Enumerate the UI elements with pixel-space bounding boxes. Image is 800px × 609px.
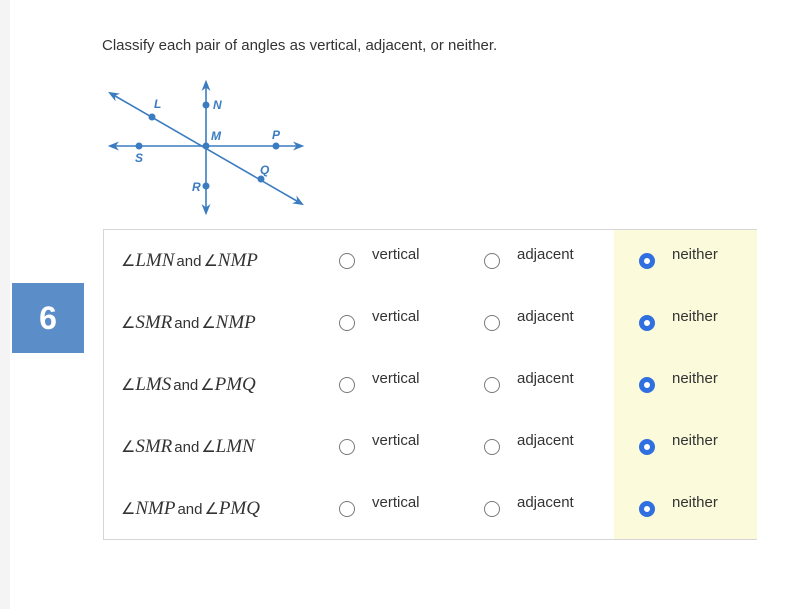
angle-2: ∠PMQ (200, 374, 256, 395)
option-label: vertical (372, 494, 420, 511)
point-n (202, 101, 210, 109)
radio-adjacent[interactable] (484, 501, 500, 517)
option-adjacent[interactable]: adjacent (484, 432, 574, 455)
option-label: neither (672, 308, 718, 325)
angle-pair: ∠LMS and ∠PMQ (121, 374, 256, 396)
option-vertical[interactable]: vertical (339, 494, 420, 517)
angle-1: ∠NMP (121, 498, 176, 519)
option-label: vertical (372, 246, 420, 263)
radio-neither[interactable] (639, 315, 655, 331)
option-vertical[interactable]: vertical (339, 308, 420, 331)
option-neither[interactable]: neither (639, 494, 718, 517)
angle-2: ∠PMQ (204, 498, 260, 519)
angle-pair: ∠SMR and ∠LMN (121, 436, 255, 458)
conjunction: and (174, 315, 200, 332)
angle-symbol: ∠ (121, 499, 136, 518)
label-s: S (135, 151, 143, 165)
answer-table: ∠LMN and ∠NMP vertical adjacent neither ∠SMR an… (103, 229, 757, 540)
conjunction: and (174, 439, 200, 456)
radio-vertical[interactable] (339, 315, 355, 331)
option-label: adjacent (517, 246, 574, 263)
angle-symbol: ∠ (121, 313, 136, 332)
radio-vertical[interactable] (339, 501, 355, 517)
angle-pair: ∠LMN and ∠NMP (121, 250, 258, 272)
angle-symbol: ∠ (121, 437, 136, 456)
point-m (202, 142, 210, 150)
label-r: R (192, 180, 201, 194)
conjunction: and (173, 377, 199, 394)
angle-2: ∠NMP (201, 312, 256, 333)
question-number-badge: 6 (12, 283, 84, 353)
radio-vertical[interactable] (339, 253, 355, 269)
angle-symbol: ∠ (200, 375, 215, 394)
question-row: ∠LMS and ∠PMQ vertical adjacent neither (104, 354, 756, 416)
angle-symbol: ∠ (121, 375, 136, 394)
question-row: ∠SMR and ∠LMN vertical adjacent neither (104, 416, 756, 478)
label-l: L (154, 97, 161, 111)
label-q: Q (260, 163, 270, 177)
option-neither[interactable]: neither (639, 432, 718, 455)
radio-adjacent[interactable] (484, 315, 500, 331)
option-label: neither (672, 246, 718, 263)
option-neither[interactable]: neither (639, 246, 718, 269)
option-adjacent[interactable]: adjacent (484, 494, 574, 517)
point-s (135, 142, 143, 150)
angle-symbol: ∠ (121, 251, 136, 270)
angle-pair: ∠NMP and ∠PMQ (121, 498, 260, 520)
option-adjacent[interactable]: adjacent (484, 246, 574, 269)
conjunction: and (177, 501, 203, 518)
option-neither[interactable]: neither (639, 308, 718, 331)
option-label: adjacent (517, 432, 574, 449)
option-adjacent[interactable]: adjacent (484, 308, 574, 331)
option-label: vertical (372, 370, 420, 387)
angle-1: ∠SMR (121, 436, 173, 457)
radio-adjacent[interactable] (484, 377, 500, 393)
point-l (148, 113, 156, 121)
angle-1: ∠LMN (121, 250, 175, 271)
radio-neither[interactable] (639, 439, 655, 455)
angle-diagram: L N M P S Q R (107, 79, 305, 216)
radio-neither[interactable] (639, 501, 655, 517)
option-label: neither (672, 432, 718, 449)
label-n: N (213, 98, 222, 112)
question-number: 6 (39, 299, 57, 336)
option-neither[interactable]: neither (639, 370, 718, 393)
radio-adjacent[interactable] (484, 253, 500, 269)
option-vertical[interactable]: vertical (339, 432, 420, 455)
left-margin-strip (0, 0, 10, 609)
angle-2: ∠LMN (201, 436, 255, 457)
label-p: P (272, 128, 281, 142)
option-label: adjacent (517, 494, 574, 511)
angle-2: ∠NMP (203, 250, 258, 271)
option-label: adjacent (517, 308, 574, 325)
question-row: ∠NMP and ∠PMQ vertical adjacent neither (104, 478, 756, 540)
option-label: vertical (372, 308, 420, 325)
question-row: ∠LMN and ∠NMP vertical adjacent neither (104, 230, 756, 292)
radio-vertical[interactable] (339, 377, 355, 393)
angle-1: ∠LMS (121, 374, 172, 395)
point-r (202, 182, 210, 190)
option-vertical[interactable]: vertical (339, 246, 420, 269)
angle-pair: ∠SMR and ∠NMP (121, 312, 256, 334)
option-label: vertical (372, 432, 420, 449)
radio-vertical[interactable] (339, 439, 355, 455)
question-row: ∠SMR and ∠NMP vertical adjacent neither (104, 292, 756, 354)
radio-neither[interactable] (639, 377, 655, 393)
point-p (272, 142, 280, 150)
option-vertical[interactable]: vertical (339, 370, 420, 393)
angle-symbol: ∠ (201, 437, 216, 456)
angle-symbol: ∠ (203, 251, 218, 270)
angle-symbol: ∠ (204, 499, 219, 518)
radio-adjacent[interactable] (484, 439, 500, 455)
option-label: neither (672, 494, 718, 511)
question-prompt: Classify each pair of angles as vertical… (102, 37, 498, 54)
label-m: M (211, 129, 222, 143)
angle-symbol: ∠ (201, 313, 216, 332)
option-label: adjacent (517, 370, 574, 387)
option-label: neither (672, 370, 718, 387)
radio-neither[interactable] (639, 253, 655, 269)
option-adjacent[interactable]: adjacent (484, 370, 574, 393)
conjunction: and (176, 253, 202, 270)
angle-1: ∠SMR (121, 312, 173, 333)
